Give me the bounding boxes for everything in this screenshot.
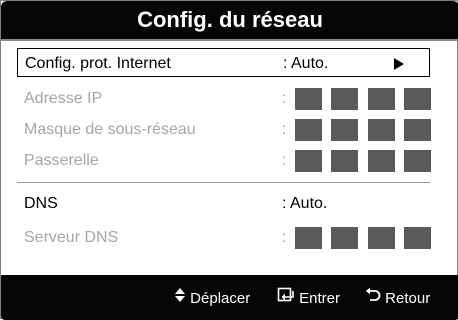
- move-hint: Déplacer: [174, 287, 250, 311]
- dns-server-octet-2: [331, 227, 358, 249]
- ip-address-octet-3: [368, 88, 395, 110]
- network-settings-dialog: Config. du réseau Config. prot. Internet…: [0, 0, 458, 320]
- ip-address-colon: :: [282, 90, 287, 107]
- dns-label: DNS: [24, 195, 58, 212]
- return-hint-label: Retour: [385, 290, 431, 308]
- subnet-mask-label: Masque de sous-réseau: [24, 121, 196, 138]
- ip-address-octet-2: [331, 88, 358, 110]
- dialog-title: Config. du réseau: [137, 7, 323, 32]
- triangle-right-icon: [394, 58, 404, 70]
- gateway-row: Passerelle :: [17, 146, 431, 175]
- gateway-label: Passerelle: [24, 152, 99, 169]
- enter-hint: Entrer: [277, 287, 340, 311]
- subnet-mask-octet-2: [331, 119, 358, 141]
- up-down-arrows-icon: [174, 287, 186, 311]
- dns-server-octet-3: [368, 227, 395, 249]
- internet-protocol-setup-value: : Auto.: [283, 55, 329, 72]
- ip-address-label: Adresse IP: [24, 90, 103, 107]
- return-icon: [365, 287, 381, 311]
- dns-server-octet-1: [295, 227, 322, 249]
- section-divider: [17, 182, 430, 183]
- subnet-mask-colon: :: [282, 121, 287, 138]
- move-hint-label: Déplacer: [190, 290, 251, 308]
- gateway-octet-3: [368, 150, 395, 172]
- title-divider: [1, 39, 458, 41]
- gateway-octet-4: [404, 150, 431, 172]
- gateway-octet-1: [295, 150, 322, 172]
- internet-protocol-setup-row[interactable]: Config. prot. Internet : Auto.: [17, 48, 430, 77]
- subnet-mask-octet-3: [368, 119, 395, 141]
- ip-address-octet-1: [295, 88, 322, 110]
- enter-hint-label: Entrer: [299, 290, 341, 308]
- dns-value: : Auto.: [282, 195, 328, 212]
- ip-address-row: Adresse IP :: [17, 84, 431, 113]
- subnet-mask-octet-1: [295, 119, 322, 141]
- dns-server-octet-4: [404, 227, 431, 249]
- dns-server-row: Serveur DNS :: [17, 223, 431, 252]
- dns-row[interactable]: DNS : Auto.: [17, 189, 430, 218]
- dns-server-label: Serveur DNS: [24, 229, 119, 246]
- subnet-mask-octet-4: [404, 119, 431, 141]
- subnet-mask-row: Masque de sous-réseau :: [17, 115, 431, 144]
- dns-server-colon: :: [282, 229, 287, 246]
- enter-icon: [277, 287, 295, 311]
- gateway-colon: :: [282, 152, 287, 169]
- ip-address-octet-4: [404, 88, 431, 110]
- return-hint: Retour: [365, 287, 430, 311]
- internet-protocol-setup-label: Config. prot. Internet: [25, 55, 171, 72]
- gateway-octet-2: [331, 150, 358, 172]
